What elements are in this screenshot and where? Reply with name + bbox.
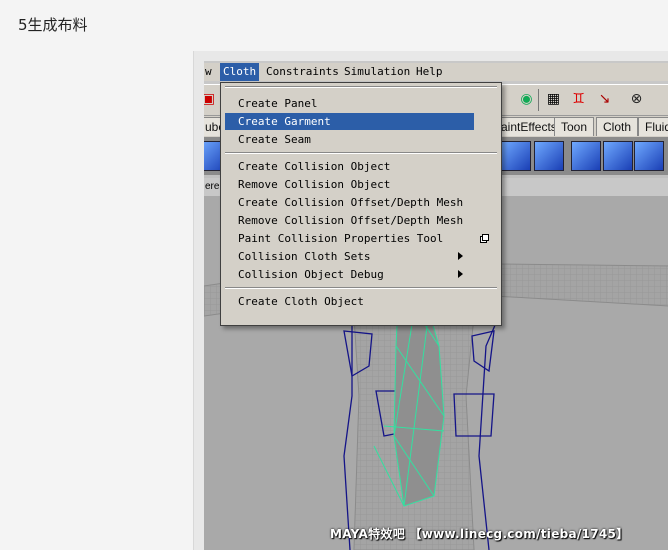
sphere-icon[interactable]: ◉: [518, 91, 535, 108]
step-heading: 5生成布料: [18, 16, 88, 34]
submenu-arrow-icon: [458, 252, 463, 260]
menu-constraints[interactable]: Constraints: [263, 63, 342, 81]
menu-window[interactable]: w: [204, 63, 215, 81]
plane-snap-icon[interactable]: ⊗: [628, 91, 645, 108]
cloth-dropdown-menu: Create Panel Create Garment Create Seam …: [220, 82, 502, 326]
toolbar-divider: [538, 89, 539, 111]
point-snap-icon[interactable]: ↘: [596, 91, 613, 108]
remove-collision-object-item[interactable]: Remove Collision Object: [225, 176, 474, 193]
shelf-tab-cloth[interactable]: Cloth: [596, 117, 639, 136]
option-box-icon[interactable]: [480, 234, 489, 243]
create-garment-item[interactable]: Create Garment: [225, 113, 474, 130]
collision-cloth-sets-item[interactable]: Collision Cloth Sets: [225, 248, 474, 265]
paint-collision-properties-item[interactable]: Paint Collision Properties Tool: [225, 230, 474, 247]
cloth-shelf-icon[interactable]: [634, 141, 664, 171]
shelf-tab-toon[interactable]: Toon: [554, 117, 595, 136]
menu-simulation[interactable]: Simulation: [341, 63, 413, 81]
menu-cloth[interactable]: Cloth: [220, 63, 260, 81]
cloth-shelf-icon[interactable]: [603, 141, 633, 171]
main-menubar: w Cloth Constraints Simulation Help: [204, 63, 668, 81]
create-collision-offset-item[interactable]: Create Collision Offset/Depth Mesh: [225, 194, 474, 211]
submenu-arrow-icon: [458, 270, 463, 278]
remove-collision-offset-item[interactable]: Remove Collision Offset/Depth Mesh: [225, 212, 474, 229]
tearoff-divider[interactable]: [225, 86, 497, 88]
menu-divider: [225, 152, 497, 154]
shelf-tab-fluids[interactable]: Fluids: [638, 117, 668, 136]
grid-snap-icon[interactable]: ▦: [545, 91, 562, 108]
cloth-grid-shelf-icon[interactable]: [534, 141, 564, 171]
menu-divider: [225, 287, 497, 289]
curve-snap-icon[interactable]: ♊: [570, 91, 587, 108]
maya-screenshot: ere ubc aintEffects Toon Cloth Fluids ▣ …: [193, 51, 668, 550]
create-collision-object-item[interactable]: Create Collision Object: [225, 158, 474, 175]
selection-mask-icon[interactable]: ▣: [204, 91, 217, 108]
watermark: MAYA特效吧 【www.linecg.com/tieba/1745】: [330, 527, 629, 541]
cloth-shelf-icon[interactable]: [571, 141, 601, 171]
maya-window: ere ubc aintEffects Toon Cloth Fluids ▣ …: [204, 61, 668, 550]
panel-menu-label: ere: [205, 181, 220, 192]
cloth-shelf-icon[interactable]: [501, 141, 531, 171]
menu-help[interactable]: Help: [413, 63, 446, 81]
create-panel-item[interactable]: Create Panel: [225, 95, 474, 112]
create-cloth-object-item[interactable]: Create Cloth Object: [225, 293, 474, 310]
collision-object-debug-item[interactable]: Collision Object Debug: [225, 266, 474, 283]
create-seam-item[interactable]: Create Seam: [225, 131, 474, 148]
